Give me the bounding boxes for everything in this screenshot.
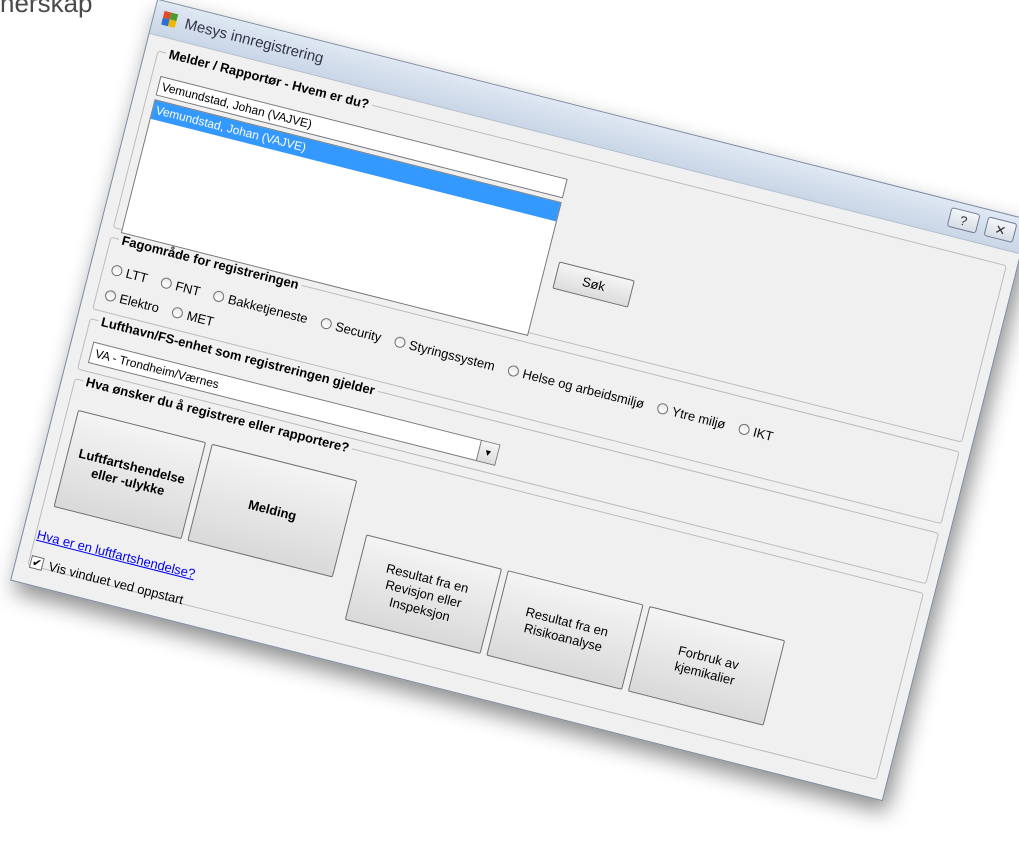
kjemikalier-button[interactable]: Forbruk av kjemikalier bbox=[627, 606, 786, 726]
radio-circle[interactable] bbox=[110, 263, 124, 278]
dialog-content: Melder / Rapportør - Hvem er du? Vemunds… bbox=[11, 33, 1019, 800]
radio-label: LTT bbox=[124, 265, 150, 286]
radio-circle[interactable] bbox=[319, 316, 334, 331]
radio-ytre-miljo[interactable]: Ytre miljø bbox=[656, 400, 727, 432]
background-page-text: nerskap bbox=[0, 0, 93, 18]
luftfartshendelse-button[interactable]: Luftfartshendelse eller -ulykke bbox=[53, 409, 207, 540]
radio-circle[interactable] bbox=[159, 276, 174, 290]
radio-circle[interactable] bbox=[506, 364, 521, 378]
radio-met[interactable]: MET bbox=[171, 304, 216, 329]
radio-label: Security bbox=[333, 318, 383, 345]
app-icon bbox=[161, 10, 179, 28]
radio-label: Helse og arbeidsmiljø bbox=[520, 366, 646, 412]
revisjon-button[interactable]: Resultat fra en Revisjon eller Inspeksjo… bbox=[344, 534, 503, 655]
check-icon: ✔ bbox=[30, 556, 43, 571]
close-button[interactable]: ✕ bbox=[983, 216, 1018, 244]
risikoanalyse-button[interactable]: Resultat fra en Risikoanalyse bbox=[486, 570, 644, 690]
question-icon: ? bbox=[958, 212, 969, 229]
search-button[interactable]: Søk bbox=[552, 261, 635, 308]
chevron-down-icon[interactable]: ▼ bbox=[475, 440, 500, 465]
radio-label: Bakketjeneste bbox=[226, 291, 310, 327]
radio-circle[interactable] bbox=[171, 306, 185, 320]
radio-label: MET bbox=[185, 307, 216, 330]
radio-label: FNT bbox=[173, 278, 203, 300]
radio-fnt[interactable]: FNT bbox=[159, 275, 202, 299]
help-button[interactable]: ? bbox=[946, 206, 981, 234]
radio-ltt[interactable]: LTT bbox=[110, 262, 150, 286]
close-icon: ✕ bbox=[993, 221, 1008, 239]
radio-label: Ytre miljø bbox=[670, 403, 728, 432]
radio-label: Elektro bbox=[117, 290, 161, 316]
radio-circle[interactable] bbox=[393, 335, 407, 349]
radio-helse-og-arbeidsmiljo[interactable]: Helse og arbeidsmiljø bbox=[506, 362, 646, 412]
radio-styringssystem[interactable]: Styringssystem bbox=[393, 334, 497, 374]
radio-circle[interactable] bbox=[103, 289, 118, 303]
radio-circle[interactable] bbox=[737, 422, 751, 437]
radio-label: IKT bbox=[751, 424, 775, 444]
melding-button[interactable]: Melding bbox=[187, 443, 358, 578]
mesys-dialog: Mesys innregistrering ? ✕ Melder / Rappo… bbox=[10, 0, 1019, 802]
radio-security[interactable]: Security bbox=[319, 315, 383, 345]
radio-label: Styringssystem bbox=[407, 337, 497, 374]
radio-circle[interactable] bbox=[656, 402, 670, 416]
radio-circle[interactable] bbox=[212, 289, 226, 304]
radio-ikt[interactable]: IKT bbox=[737, 421, 775, 444]
radio-elektro[interactable]: Elektro bbox=[103, 287, 161, 316]
checkbox-box[interactable]: ✔ bbox=[28, 555, 45, 571]
radio-bakketjeneste[interactable]: Bakketjeneste bbox=[212, 288, 309, 326]
